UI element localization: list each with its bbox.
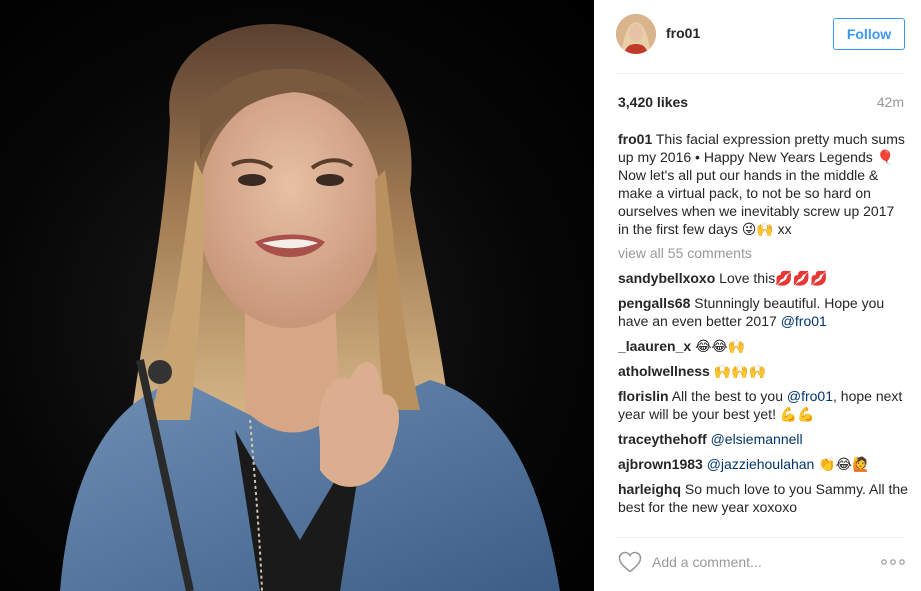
comment-username[interactable]: _laauren_x — [618, 338, 691, 354]
instagram-post: fro01 Follow 3,420 likes 42m fro01 This … — [0, 0, 921, 591]
comment-text: Love this💋💋💋 — [719, 270, 828, 286]
comments-list[interactable]: fro01 This facial expression pretty much… — [618, 130, 908, 530]
comment-text: 🙌🙌🙌 — [713, 363, 766, 379]
comment-text: All the best to you — [671, 388, 787, 404]
comment-mention[interactable]: @jazziehoulahan — [707, 456, 815, 472]
follow-button[interactable]: Follow — [833, 18, 905, 50]
add-comment-input[interactable] — [652, 552, 852, 572]
comment-text: 😂😂🙌 — [695, 338, 746, 354]
comment-text-after: 👏😂🙋 — [814, 456, 870, 472]
caption-username[interactable]: fro01 — [618, 131, 652, 147]
comment-item: traceythehoff @elsiemannell — [618, 430, 908, 448]
caption: fro01 This facial expression pretty much… — [618, 130, 908, 238]
comment-bar — [594, 538, 921, 591]
post-header: fro01 Follow — [594, 0, 921, 74]
post-details-panel: fro01 Follow 3,420 likes 42m fro01 This … — [594, 0, 921, 591]
comment-mention[interactable]: @elsiemannell — [711, 431, 803, 447]
comment-item: atholwellness 🙌🙌🙌 — [618, 362, 908, 380]
likes-count[interactable]: 3,420 likes — [618, 94, 688, 110]
comment-item: pengalls68 Stunningly beautiful. Hope yo… — [618, 294, 908, 330]
post-time[interactable]: 42m — [877, 94, 904, 110]
comment-item: sandybellxoxo Love this💋💋💋 — [618, 269, 908, 287]
heart-outline-icon[interactable] — [618, 551, 642, 573]
comment-item: harleighq So much love to you Sammy. All… — [618, 480, 908, 516]
comment-username[interactable]: florislin — [618, 388, 669, 404]
comment-username[interactable]: harleighq — [618, 481, 681, 497]
post-photo[interactable] — [0, 0, 594, 591]
avatar[interactable] — [616, 14, 656, 54]
comment-item: ajbrown1983 @jazziehoulahan 👏😂🙋 — [618, 455, 908, 473]
photo-illustration — [60, 24, 560, 591]
comment-mention[interactable]: @fro01 — [781, 313, 827, 329]
comment-username[interactable]: traceythehoff — [618, 431, 707, 447]
post-author-username[interactable]: fro01 — [666, 25, 700, 41]
comment-username[interactable]: sandybellxoxo — [618, 270, 715, 286]
comment-username[interactable]: ajbrown1983 — [618, 456, 703, 472]
comment-item: florislin All the best to you @fro01, ho… — [618, 387, 908, 423]
comment-item: _laauren_x 😂😂🙌 — [618, 337, 908, 355]
header-divider — [616, 73, 905, 74]
comment-username[interactable]: atholwellness — [618, 363, 710, 379]
more-dots-icon[interactable] — [881, 559, 905, 565]
comment-mention[interactable]: @fro01 — [787, 388, 833, 404]
comment-username[interactable]: pengalls68 — [618, 295, 690, 311]
view-all-comments-link[interactable]: view all 55 comments — [618, 244, 908, 262]
caption-text: This facial expression pretty much sums … — [618, 131, 905, 237]
